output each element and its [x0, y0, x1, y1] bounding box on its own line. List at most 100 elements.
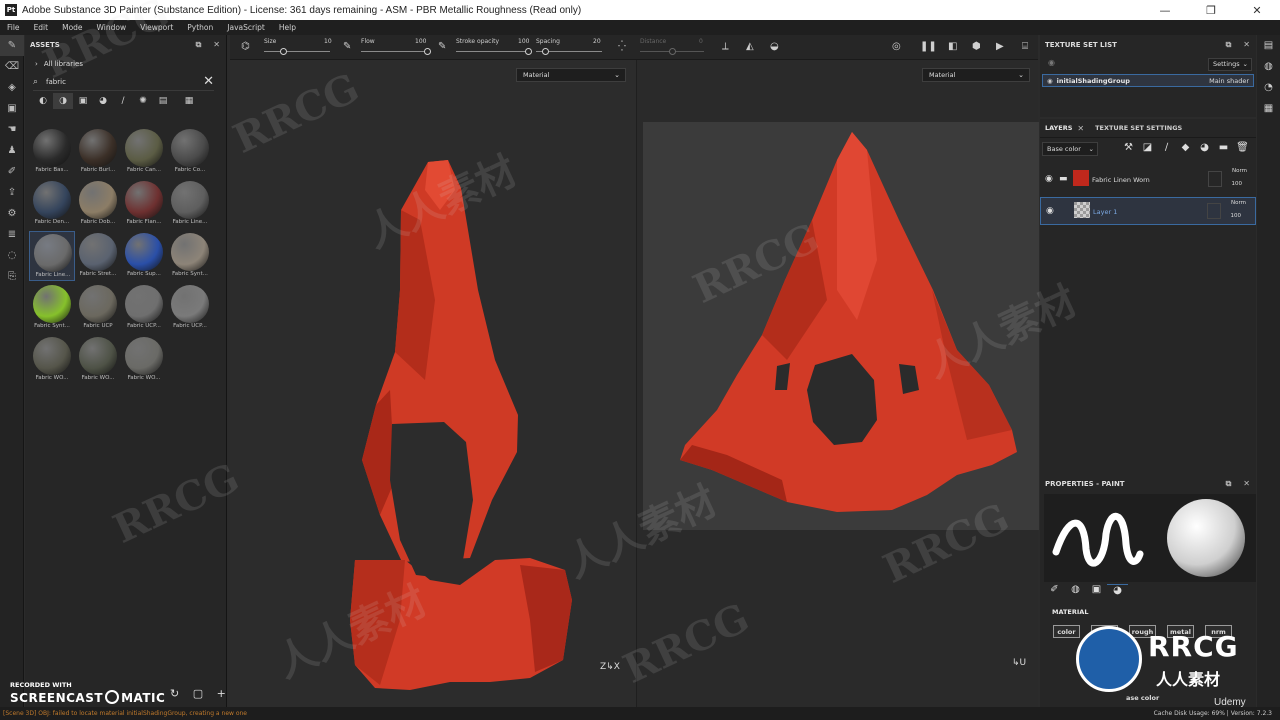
asset-tile[interactable]: Fabric Line... [167, 179, 213, 229]
settings-gear-icon[interactable]: ⚙ [0, 203, 24, 224]
layer-name[interactable]: Fabric Linen Worn [1092, 176, 1150, 184]
stencil-tab-icon[interactable]: ▣ [1086, 584, 1107, 596]
stroke-opacity-knob[interactable] [524, 48, 532, 55]
menu-edit[interactable]: Edit [34, 23, 49, 32]
texture-set-item[interactable]: ◉ initialShadingGroup Main shader [1042, 74, 1254, 87]
close-tab-icon[interactable]: ✕ [1077, 124, 1084, 133]
filter-environments-icon[interactable]: ▤ [153, 93, 173, 109]
delete-layer-icon[interactable]: 🗑 [1233, 142, 1252, 153]
video-icon[interactable]: ▶ [996, 41, 1004, 52]
close-button[interactable]: ✕ [1234, 0, 1280, 20]
material-tab-icon[interactable]: ◕ [1107, 584, 1128, 596]
viewport-2d[interactable]: Material ⌄ ↳U [636, 60, 1039, 707]
clear-search-icon[interactable]: ✕ [203, 74, 214, 89]
solo-icon[interactable]: ◎ [892, 41, 901, 52]
filter-brushes-icon[interactable]: ∕ [113, 93, 133, 109]
asset-tile[interactable]: Fabric WO... [121, 335, 167, 385]
asset-tile[interactable]: Fabric Den... [29, 179, 75, 229]
close-panel-icon[interactable]: ✕ [213, 40, 220, 50]
asset-tile[interactable]: Fabric Co... [167, 127, 213, 177]
eraser-icon[interactable]: ⌫ [0, 56, 24, 77]
asset-tile[interactable]: Fabric Bas... [29, 127, 75, 177]
asset-tile[interactable]: Fabric Line... [29, 231, 75, 281]
filter-smart-materials-icon[interactable]: ◕ [93, 93, 113, 109]
menu-python[interactable]: Python [187, 23, 213, 32]
settings-dropdown[interactable]: Settings ⌄ [1208, 58, 1252, 71]
asset-tile[interactable]: Fabric Can... [121, 127, 167, 177]
add-fill-layer-icon[interactable]: ◆ [1176, 142, 1195, 153]
align-icon[interactable]: ⟂ [722, 41, 729, 52]
menu-javascript[interactable]: JavaScript [227, 23, 265, 32]
menu-mode[interactable]: Mode [62, 23, 82, 32]
flow-knob[interactable] [423, 48, 431, 55]
export-icon[interactable]: ⎘ [0, 266, 24, 287]
menu-file[interactable]: File [7, 23, 20, 32]
maximize-button[interactable]: ❐ [1188, 0, 1234, 20]
asset-tile[interactable]: Fabric Flan... [121, 179, 167, 229]
symmetry-icon[interactable]: ⌬ [241, 41, 250, 52]
layer-mask-slot[interactable] [1208, 171, 1222, 187]
layer-name[interactable]: Layer 1 [1093, 208, 1117, 216]
symmetry-axis-icon[interactable]: ◭ [746, 41, 754, 52]
menu-help[interactable]: Help [279, 23, 296, 32]
add-folder-icon[interactable]: ▬ [1214, 142, 1233, 153]
float-panel-icon[interactable]: ⧉ [1226, 40, 1232, 50]
pause-icon[interactable]: ❚❚ [920, 41, 937, 52]
layer-mask-slot[interactable] [1207, 203, 1221, 219]
tab-texture-set-settings[interactable]: TEXTURE SET SETTINGS [1090, 124, 1187, 132]
bake-icon[interactable]: ⇪ [0, 182, 24, 203]
asset-tile[interactable]: Fabric UCP... [121, 283, 167, 333]
eye-icon[interactable]: ◉ [1045, 174, 1053, 184]
backface-icon[interactable]: ◒ [770, 41, 779, 52]
asset-tile[interactable]: Fabric WO... [75, 335, 121, 385]
display-settings-icon[interactable]: ◍ [1257, 56, 1280, 77]
log-icon[interactable]: ▦ [1257, 98, 1280, 119]
float-panel-icon[interactable]: ⧉ [1226, 479, 1232, 489]
filter-all-icon[interactable]: ◐ [33, 93, 53, 109]
close-panel-icon[interactable]: ✕ [1243, 40, 1250, 50]
spacing-knob[interactable] [542, 48, 550, 55]
texture-set-icon[interactable]: ▤ [1257, 35, 1280, 56]
camera-icon[interactable]: ⌸ [1022, 41, 1028, 52]
blend-mode[interactable]: Norm [1231, 200, 1246, 206]
layer-row[interactable]: ◉ Layer 1 Norm 100 [1040, 197, 1256, 225]
visibility-icon[interactable]: ◉ [1048, 58, 1055, 67]
library-selector[interactable]: › All libraries [25, 55, 226, 73]
layer-opacity[interactable]: 100 [1232, 181, 1243, 187]
layer-row[interactable]: ◉ ▬ Fabric Linen Worn Norm 100 [1040, 166, 1256, 194]
rewind-icon[interactable]: ↻ [170, 687, 179, 700]
asset-tile[interactable]: Fabric UCP [75, 283, 121, 333]
split-view-icon[interactable]: ◧ [948, 41, 957, 52]
eye-icon[interactable]: ◉ [1047, 77, 1053, 85]
search-input[interactable]: fabric [46, 78, 66, 86]
size-knob[interactable] [280, 48, 288, 55]
add-paint-layer-icon[interactable]: ∕ [1157, 142, 1176, 153]
asset-tile[interactable]: Fabric Dob... [75, 179, 121, 229]
asset-tile[interactable]: Fabric Synt... [29, 283, 75, 333]
asset-tile[interactable]: Fabric Stret... [75, 231, 121, 281]
float-panel-icon[interactable]: ⧉ [196, 40, 202, 50]
layers-stack-icon[interactable]: ≣ [0, 224, 24, 245]
geometry-fill-icon[interactable]: ▣ [0, 98, 24, 119]
color-picker-icon[interactable]: ✐ [0, 161, 24, 182]
lazy-mouse-icon[interactable]: ⁛ [618, 41, 626, 52]
channel-select[interactable]: Base color ⌄ [1042, 142, 1098, 156]
menu-viewport[interactable]: Viewport [140, 23, 173, 32]
asset-tile[interactable]: Fabric UCP... [167, 283, 213, 333]
filter-materials-icon[interactable]: ◑ [53, 93, 73, 109]
mask-icon[interactable]: ◌ [0, 245, 24, 266]
add-icon[interactable]: + [217, 687, 226, 700]
alpha-tab-icon[interactable]: ◍ [1065, 584, 1086, 596]
window-icon[interactable]: ▢ [193, 687, 203, 700]
menu-window[interactable]: Window [97, 23, 127, 32]
cube-icon[interactable]: ⬢ [972, 41, 981, 52]
tab-layers[interactable]: LAYERS [1040, 124, 1077, 132]
viewport-3d[interactable]: Material ⌄ Z↳X [230, 60, 636, 707]
brush-tab-icon[interactable]: ✐ [1044, 584, 1065, 596]
add-smart-material-icon[interactable]: ◕ [1195, 142, 1214, 153]
history-icon[interactable]: ◔ [1257, 77, 1280, 98]
asset-search[interactable]: ⌕ fabric ✕ [33, 73, 214, 91]
projection-icon[interactable]: ◈ [0, 77, 24, 98]
shader-name[interactable]: Main shader [1209, 77, 1249, 85]
minimize-button[interactable]: — [1142, 0, 1188, 20]
